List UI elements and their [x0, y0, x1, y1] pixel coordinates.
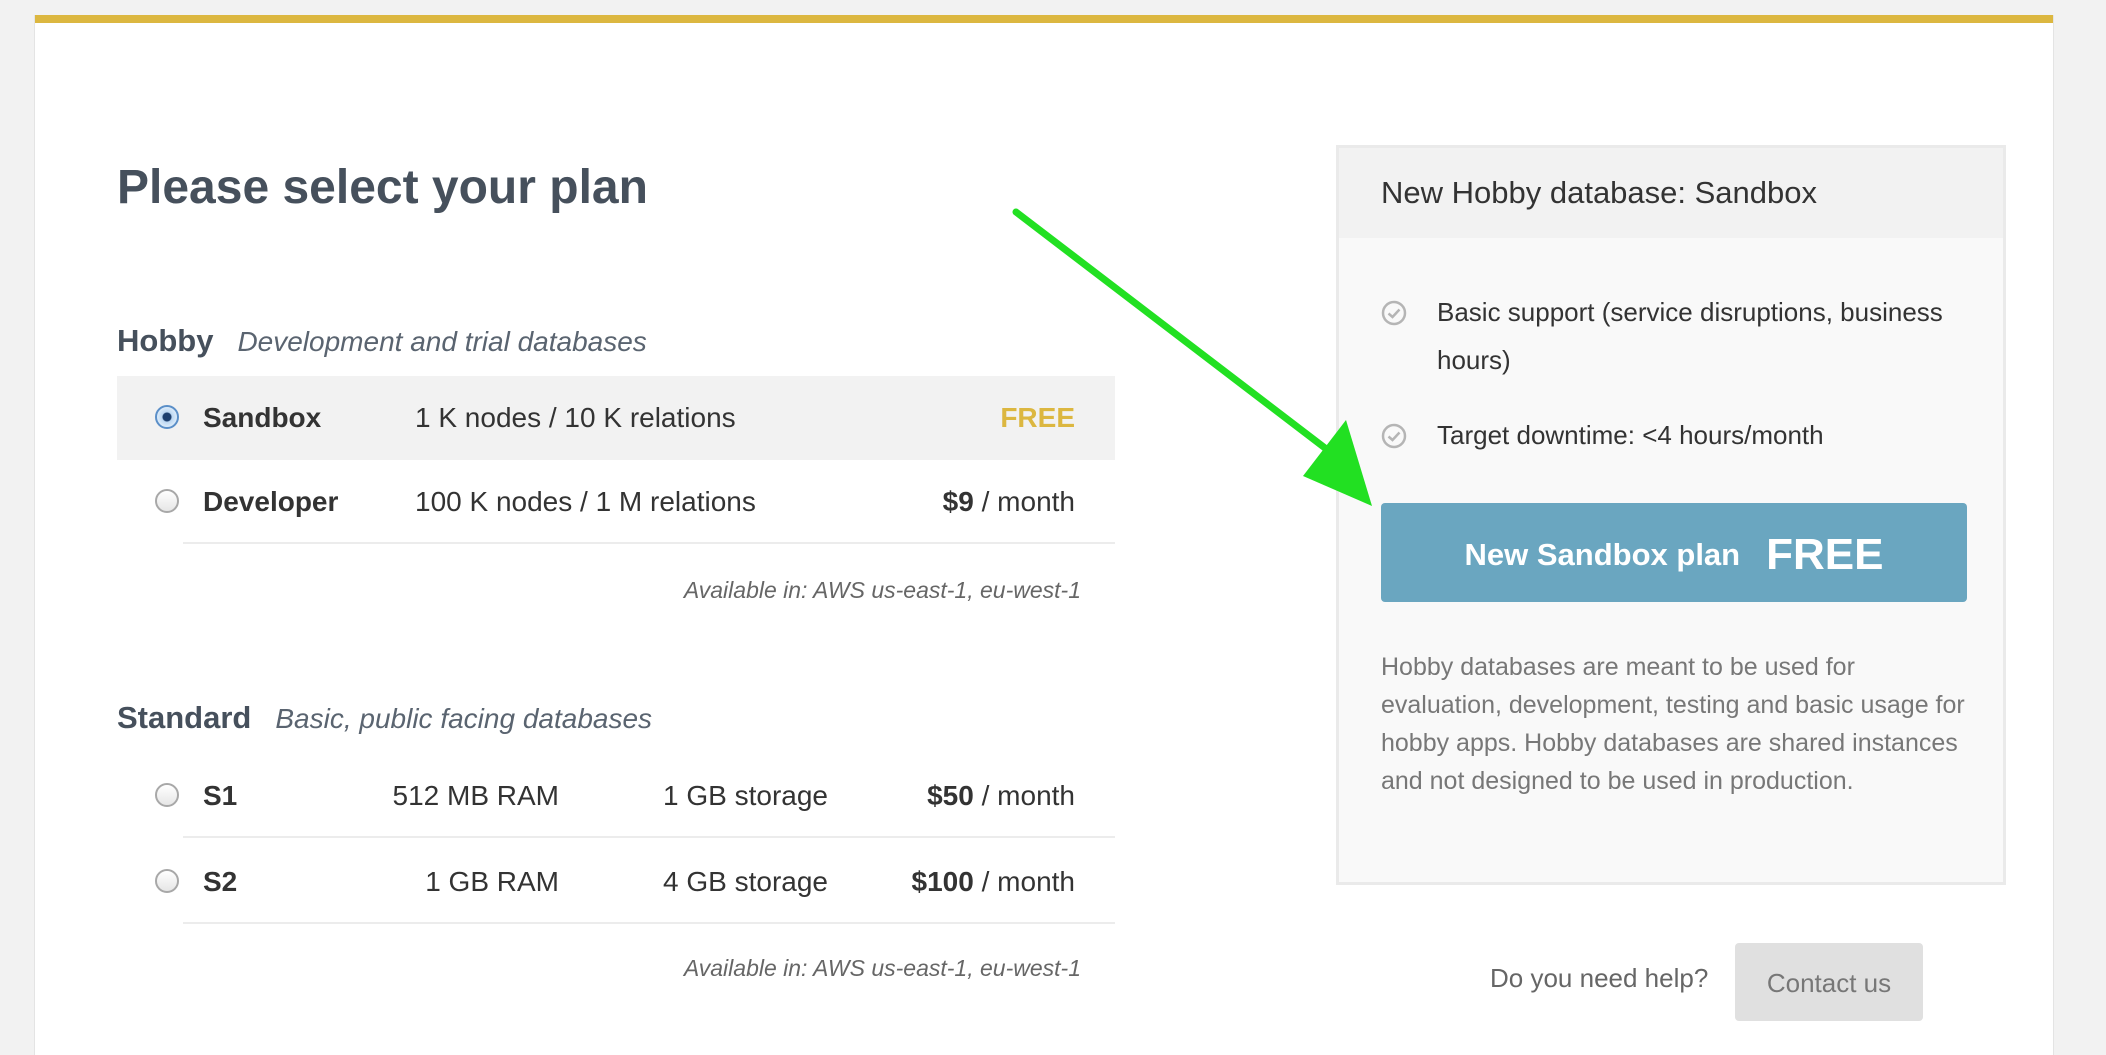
new-sandbox-plan-button[interactable]: New Sandbox plan FREE — [1381, 503, 1967, 602]
standard-section-description: Basic, public facing databases — [275, 703, 653, 734]
plan-storage: 4 GB storage — [663, 866, 828, 897]
cta-label: New Sandbox plan — [1464, 536, 1741, 572]
plan-detail: 1 K nodes / 10 K relations — [415, 402, 736, 433]
radio-sandbox[interactable] — [155, 405, 179, 429]
summary-note: Hobby databases are meant to be used for… — [1381, 653, 1965, 795]
check-circle-icon — [1381, 300, 1407, 326]
price-amount: $50 — [927, 780, 974, 811]
price-amount: $100 — [911, 866, 974, 897]
plan-row-s2[interactable]: S2 1 GB RAM 4 GB storage $100 / month — [117, 840, 1115, 924]
hobby-section-heading: Hobby Development and trial databases — [117, 323, 647, 359]
contact-us-button[interactable]: Contact us — [1735, 943, 1923, 1021]
plan-row-developer[interactable]: Developer 100 K nodes / 1 M relations $9… — [117, 460, 1115, 544]
price-unit: / month — [973, 866, 1075, 897]
hobby-section-name: Hobby — [117, 323, 214, 358]
plan-name: Developer — [203, 486, 339, 517]
radio-s1[interactable] — [155, 783, 179, 807]
page-title: Please select your plan — [117, 161, 648, 214]
row-divider — [183, 922, 1115, 924]
price-unit: / month — [973, 780, 1075, 811]
summary-header: New Hobby database: Sandbox — [1339, 148, 2003, 238]
plan-row-sandbox[interactable]: Sandbox 1 K nodes / 10 K relations FREE — [117, 376, 1115, 460]
plan-name: Sandbox — [203, 402, 322, 433]
standard-section-name: Standard — [117, 700, 252, 735]
standard-section-heading: Standard Basic, public facing databases — [117, 700, 652, 736]
row-divider — [183, 836, 1115, 838]
plan-price-free: FREE — [1000, 402, 1075, 433]
cta-price: FREE — [1766, 529, 1884, 579]
row-divider — [183, 542, 1115, 544]
plan-row-s1[interactable]: S1 512 MB RAM 1 GB storage $50 / month — [117, 754, 1115, 838]
plan-price: $50 / month — [927, 754, 1075, 838]
plan-ram: 512 MB RAM — [392, 780, 560, 811]
plan-ram: 1 GB RAM — [425, 866, 559, 897]
plan-name: S2 — [203, 866, 238, 897]
plan-price: $9 / month — [943, 460, 1075, 544]
price-unit: / month — [973, 486, 1075, 517]
feature-text: Basic support (service disruptions, busi… — [1437, 297, 1943, 375]
accent-top-bar — [35, 15, 2053, 23]
price-amount: $9 — [942, 486, 974, 517]
plan-summary-panel: New Hobby database: Sandbox Basic suppor… — [1336, 145, 2006, 885]
plan-storage: 1 GB storage — [663, 780, 828, 811]
hobby-availability: Available in: AWS us-east-1, eu-west-1 — [683, 577, 1081, 603]
feature-item: Basic support (service disruptions, busi… — [1381, 288, 1961, 384]
help-text: Do you need help? — [1490, 963, 1709, 993]
plan-price: $100 / month — [912, 840, 1075, 924]
check-circle-icon — [1381, 423, 1407, 449]
plan-detail: 100 K nodes / 1 M relations — [415, 486, 756, 517]
radio-developer[interactable] — [155, 489, 179, 513]
feature-text: Target downtime: <4 hours/month — [1437, 420, 1824, 450]
feature-item: Target downtime: <4 hours/month — [1381, 411, 1961, 459]
hobby-section-description: Development and trial databases — [237, 326, 647, 357]
standard-availability: Available in: AWS us-east-1, eu-west-1 — [683, 955, 1081, 981]
plan-selection-card: Please select your plan Hobby Development… — [34, 15, 2054, 1055]
radio-s2[interactable] — [155, 869, 179, 893]
plan-name: S1 — [203, 780, 238, 811]
